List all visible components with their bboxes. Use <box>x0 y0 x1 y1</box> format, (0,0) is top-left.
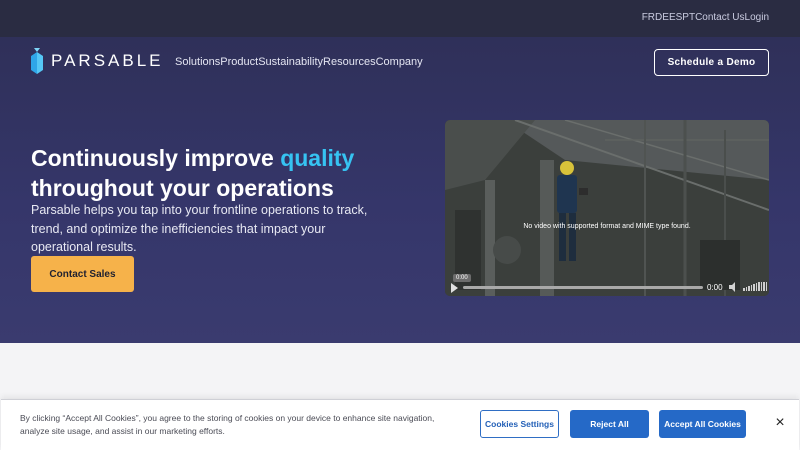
headline-pre: Continuously improve <box>31 145 281 171</box>
contact-us-link[interactable]: Contact Us <box>695 12 744 23</box>
nav-resources[interactable]: Resources <box>323 56 376 68</box>
video-error-message: No video with supported format and MIME … <box>523 223 691 230</box>
hero-subtext: Parsable helps you tap into your frontli… <box>31 203 368 254</box>
volume-slider[interactable] <box>743 282 767 291</box>
login-link[interactable]: Login <box>745 12 769 23</box>
lang-pt-link[interactable]: PT <box>682 12 695 23</box>
video-time-tooltip: 0:00 <box>453 274 471 282</box>
play-icon[interactable] <box>451 283 458 293</box>
video-player[interactable]: No video with supported format and MIME … <box>445 120 769 296</box>
parsable-logo-icon <box>31 48 43 74</box>
close-icon[interactable]: × <box>771 414 789 432</box>
nav-company[interactable]: Company <box>376 56 423 68</box>
utility-links: FR DE ES PT Contact Us Login <box>642 12 769 23</box>
cookie-banner-text: By clicking “Accept All Cookies”, you ag… <box>20 413 435 436</box>
nav-sustainability[interactable]: Sustainability <box>258 56 323 68</box>
nav-solutions[interactable]: Solutions <box>175 56 220 68</box>
hero-headline: Continuously improve quality throughout … <box>31 143 411 203</box>
utility-bar: FR DE ES PT Contact Us Login <box>0 0 800 37</box>
cookie-banner: By clicking “Accept All Cookies”, you ag… <box>1 399 799 450</box>
brand-wordmark: PARSABLE <box>51 51 164 70</box>
accept-all-cookies-button[interactable]: Accept All Cookies <box>659 410 746 438</box>
cookies-settings-button[interactable]: Cookies Settings <box>480 410 559 438</box>
video-progress-track[interactable] <box>463 286 703 289</box>
hero-section: PARSABLE Solutions Product Sustainabilit… <box>0 37 800 343</box>
video-poster-illustration <box>445 120 769 296</box>
contact-sales-button[interactable]: Contact Sales <box>31 256 134 292</box>
brand-logo[interactable]: PARSABLE <box>31 48 164 74</box>
lang-de-link[interactable]: DE <box>655 12 669 23</box>
reject-all-button[interactable]: Reject All <box>570 410 649 438</box>
headline-post: throughout your operations <box>31 175 334 201</box>
main-nav: Solutions Product Sustainability Resourc… <box>175 56 423 68</box>
nav-product[interactable]: Product <box>220 56 258 68</box>
video-time-display: 0:00 <box>707 283 723 292</box>
headline-accent: quality <box>280 145 355 171</box>
lang-fr-link[interactable]: FR <box>642 12 655 23</box>
lang-es-link[interactable]: ES <box>669 12 682 23</box>
schedule-demo-button[interactable]: Schedule a Demo <box>654 49 769 76</box>
